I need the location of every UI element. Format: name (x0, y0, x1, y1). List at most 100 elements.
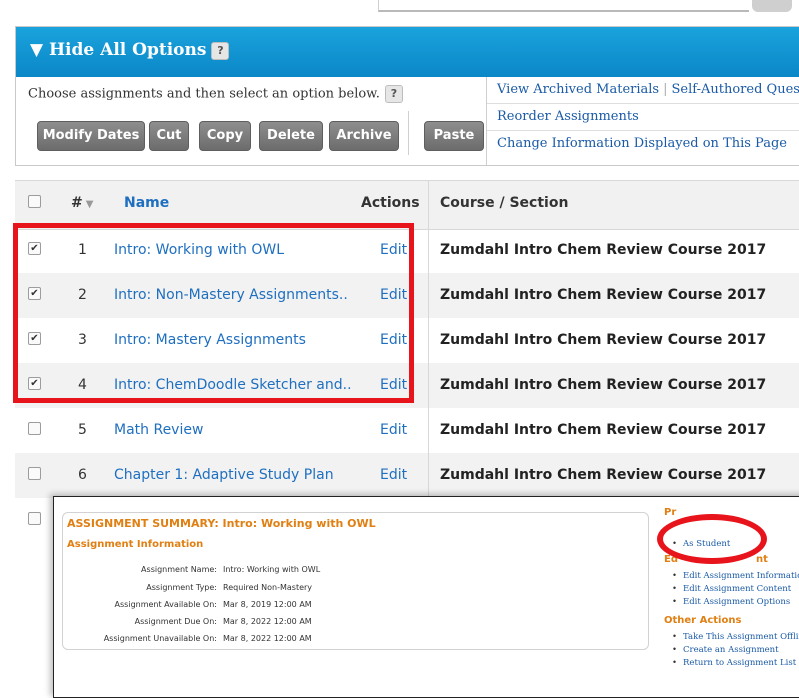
column-divider (428, 180, 429, 530)
edit-heading: Ed nt (664, 554, 768, 565)
assignment-information-heading: Assignment Information (67, 539, 203, 550)
row-checkbox[interactable]: ✔ (28, 242, 41, 255)
actions-column-header: Actions (361, 195, 420, 211)
row-checkbox[interactable]: ✔ (28, 332, 41, 345)
modify-dates-button[interactable]: Modify Dates (37, 121, 145, 151)
edit-link[interactable]: Edit (380, 242, 407, 258)
row-checkbox[interactable] (28, 422, 41, 435)
options-panel: ▼ Hide All Options? Choose assignments a… (15, 26, 799, 166)
row-number: 3 (78, 332, 87, 348)
field-value: Mar 8, 2019 12:00 AM (223, 600, 312, 609)
archive-button[interactable]: Archive (329, 121, 399, 151)
table-row: 5 Math Review Edit Zumdahl Intro Chem Re… (15, 408, 799, 454)
links-row-3: Change Information Displayed on This Pag… (487, 131, 799, 157)
field-label: Assignment Due On: (59, 617, 217, 626)
row-checkbox[interactable]: ✔ (28, 377, 41, 390)
assignment-name-link[interactable]: Intro: Non-Mastery Assignments.. (114, 287, 348, 303)
choose-instructions: Choose assignments and then select an op… (28, 85, 403, 103)
field-value: Intro: Working with OWL (223, 565, 320, 574)
view-archived-materials-link[interactable]: View Archived Materials (497, 82, 659, 97)
change-information-link[interactable]: Change Information Displayed on This Pag… (497, 136, 787, 151)
panel-links: View Archived Materials | Self-Authored Qu… (486, 77, 799, 165)
table-row: 6 Chapter 1: Adaptive Study Plan Edit Zu… (15, 453, 799, 499)
help-icon[interactable]: ? (385, 85, 403, 103)
link-separator: | (663, 82, 667, 97)
course-section: Zumdahl Intro Chem Review Course 2017 (440, 287, 766, 303)
help-icon[interactable]: ? (211, 42, 229, 60)
number-column-header[interactable]: #▼ (71, 195, 93, 211)
preview-heading: Pr (664, 507, 676, 518)
create-assignment-link[interactable]: Create an Assignment (672, 645, 779, 655)
field-value: Mar 8, 2022 12:00 AM (223, 617, 312, 626)
assignments-table: #▼ Name Actions Course / Section ✔ 1 Int… (15, 180, 799, 530)
table-row: ✔ 2 Intro: Non-Mastery Assignments.. Edi… (15, 273, 799, 319)
course-section: Zumdahl Intro Chem Review Course 2017 (440, 467, 766, 483)
table-row: ✔ 1 Intro: Working with OWL Edit Zumdahl… (15, 228, 799, 274)
edit-assignment-options-link[interactable]: Edit Assignment Options (672, 597, 790, 607)
row-checkbox[interactable]: ✔ (28, 287, 41, 300)
top-search-field[interactable] (378, 0, 749, 12)
table-header: #▼ Name Actions Course / Section (15, 180, 799, 230)
course-column-header: Course / Section (440, 195, 568, 211)
button-divider (408, 111, 409, 155)
course-section: Zumdahl Intro Chem Review Course 2017 (440, 332, 766, 348)
row-checkbox[interactable] (28, 512, 41, 525)
hide-all-options-toggle[interactable]: ▼ Hide All Options? (30, 40, 229, 60)
assignment-name-link[interactable]: Chapter 1: Adaptive Study Plan (114, 467, 334, 483)
edit-link[interactable]: Edit (380, 287, 407, 303)
take-assignment-offline-link[interactable]: Take This Assignment Offline (672, 632, 799, 642)
field-label: Assignment Available On: (59, 600, 217, 609)
copy-button[interactable]: Copy (199, 121, 251, 151)
choose-instructions-text: Choose assignments and then select an op… (28, 87, 380, 102)
return-to-assignment-list-link[interactable]: Return to Assignment List (672, 658, 796, 668)
assignment-name-link[interactable]: Intro: Mastery Assignments (114, 332, 306, 348)
field-value: Mar 8, 2022 12:00 AM (223, 634, 312, 643)
as-student-link[interactable]: As Student (672, 539, 730, 549)
course-section: Zumdahl Intro Chem Review Course 2017 (440, 377, 766, 393)
row-number: 4 (78, 377, 87, 393)
field-label: Assignment Unavailable On: (59, 634, 217, 643)
delete-button[interactable]: Delete (259, 121, 323, 151)
reorder-assignments-link[interactable]: Reorder Assignments (497, 109, 639, 124)
self-authored-questions-link[interactable]: Self-Authored Ques (672, 82, 799, 97)
edit-heading-end: nt (756, 554, 768, 565)
assignment-summary-card: ASSIGNMENT SUMMARY: Intro: Working with … (62, 512, 649, 650)
cut-button[interactable]: Cut (149, 121, 189, 151)
edit-assignment-information-link[interactable]: Edit Assignment Information (672, 571, 799, 581)
links-row-1: View Archived Materials | Self-Authored Qu… (487, 77, 799, 104)
assignment-name-link[interactable]: Intro: Working with OWL (114, 242, 284, 258)
name-column-header[interactable]: Name (124, 195, 169, 211)
row-number: 6 (78, 467, 87, 483)
assignment-name-link[interactable]: Math Review (114, 422, 203, 438)
links-row-1-text: View Archived Materials | Self-Authored Qu… (497, 82, 799, 97)
edit-assignment-content-link[interactable]: Edit Assignment Content (672, 584, 791, 594)
number-column-label: # (71, 195, 83, 211)
hide-all-options-label: ▼ Hide All Options (30, 40, 206, 60)
row-number: 5 (78, 422, 87, 438)
edit-link[interactable]: Edit (380, 422, 407, 438)
select-all-checkbox[interactable] (28, 195, 41, 208)
table-row: ✔ 3 Intro: Mastery Assignments Edit Zumd… (15, 318, 799, 364)
edit-link[interactable]: Edit (380, 467, 407, 483)
field-label: Assignment Type: (59, 583, 217, 592)
table-row: ✔ 4 Intro: ChemDoodle Sketcher and.. Edi… (15, 363, 799, 409)
course-section: Zumdahl Intro Chem Review Course 2017 (440, 422, 766, 438)
other-actions-heading: Other Actions (664, 615, 741, 626)
summary-title: ASSIGNMENT SUMMARY: Intro: Working with … (67, 517, 376, 530)
assignment-summary-panel: ASSIGNMENT SUMMARY: Intro: Working with … (53, 496, 799, 698)
top-toolbar-button[interactable] (752, 0, 792, 12)
row-number: 2 (78, 287, 87, 303)
links-row-2: Reorder Assignments (487, 104, 799, 131)
paste-button[interactable]: Paste (424, 121, 484, 151)
course-section: Zumdahl Intro Chem Review Course 2017 (440, 242, 766, 258)
row-number: 1 (78, 242, 87, 258)
edit-link[interactable]: Edit (380, 377, 407, 393)
edit-heading-start: Ed (664, 554, 678, 565)
options-panel-header[interactable]: ▼ Hide All Options? (16, 27, 799, 77)
field-value: Required Non-Mastery (223, 583, 312, 592)
edit-link[interactable]: Edit (380, 332, 407, 348)
field-label: Assignment Name: (59, 565, 217, 574)
assignment-name-link[interactable]: Intro: ChemDoodle Sketcher and.. (114, 377, 352, 393)
row-checkbox[interactable] (28, 467, 41, 480)
sort-icon: ▼ (86, 199, 94, 210)
